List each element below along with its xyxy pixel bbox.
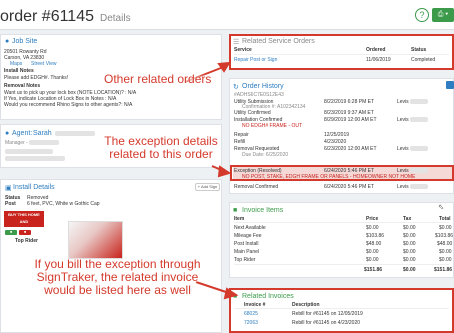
annotation-exception: The exception details related to this or… <box>104 134 218 161</box>
arrowhead-rebill <box>223 287 239 300</box>
annotation-rebill: If you bill the exception through SignTr… <box>34 257 201 297</box>
arrowhead-exception <box>217 165 232 178</box>
arrowhead-related-orders <box>217 61 231 73</box>
annotation-other-orders: Other related orders <box>104 72 212 86</box>
